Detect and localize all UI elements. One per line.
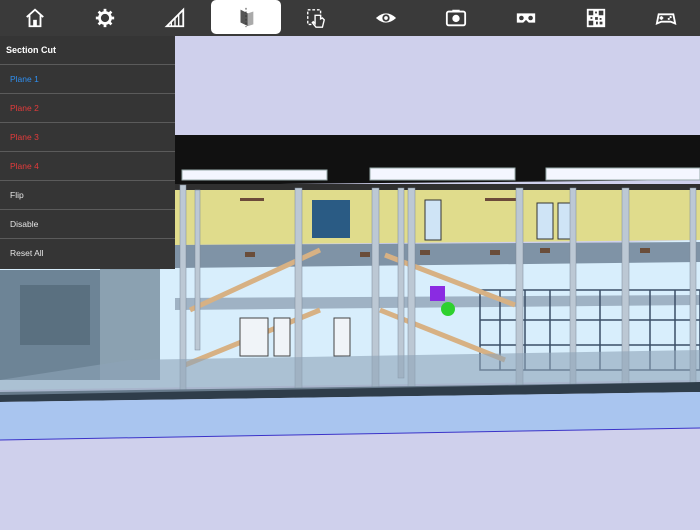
home-icon <box>26 8 44 28</box>
camera-icon <box>445 9 467 27</box>
gamepad-icon <box>655 13 677 25</box>
section-cut-icon <box>240 7 254 28</box>
gear-icon <box>95 8 115 28</box>
qr-code-icon <box>586 8 606 28</box>
tap-hand-icon <box>307 9 326 28</box>
visibility-button[interactable] <box>351 0 421 36</box>
home-button[interactable] <box>0 0 70 36</box>
top-toolbar <box>0 0 700 36</box>
section-cut-button[interactable] <box>211 0 281 34</box>
settings-button[interactable] <box>70 0 140 36</box>
eye-icon <box>375 13 397 23</box>
menu-item-disable[interactable]: Disable <box>0 209 175 238</box>
menu-item-plane-4[interactable]: Plane 4 <box>0 151 175 180</box>
qr-button[interactable] <box>561 0 631 36</box>
ruler-icon <box>164 7 185 28</box>
navigation-button[interactable] <box>631 0 700 36</box>
menu-title: Section Cut <box>6 45 57 55</box>
vr-headset-icon <box>516 13 536 23</box>
menu-item-plane-1[interactable]: Plane 1 <box>0 64 175 93</box>
vr-button[interactable] <box>491 0 561 36</box>
section-handle-green <box>441 302 455 316</box>
menu-item-plane-3[interactable]: Plane 3 <box>0 122 175 151</box>
menu-item-plane-2[interactable]: Plane 2 <box>0 93 175 122</box>
measure-button[interactable] <box>140 0 210 36</box>
section-cut-menu: Section Cut Plane 1 Plane 2 Plane 3 Plan… <box>0 36 175 269</box>
select-button[interactable] <box>281 0 351 36</box>
menu-item-flip[interactable]: Flip <box>0 180 175 209</box>
section-handle-purple <box>430 286 445 301</box>
menu-item-reset-all[interactable]: Reset All <box>0 238 175 267</box>
screenshot-button[interactable] <box>421 0 491 36</box>
